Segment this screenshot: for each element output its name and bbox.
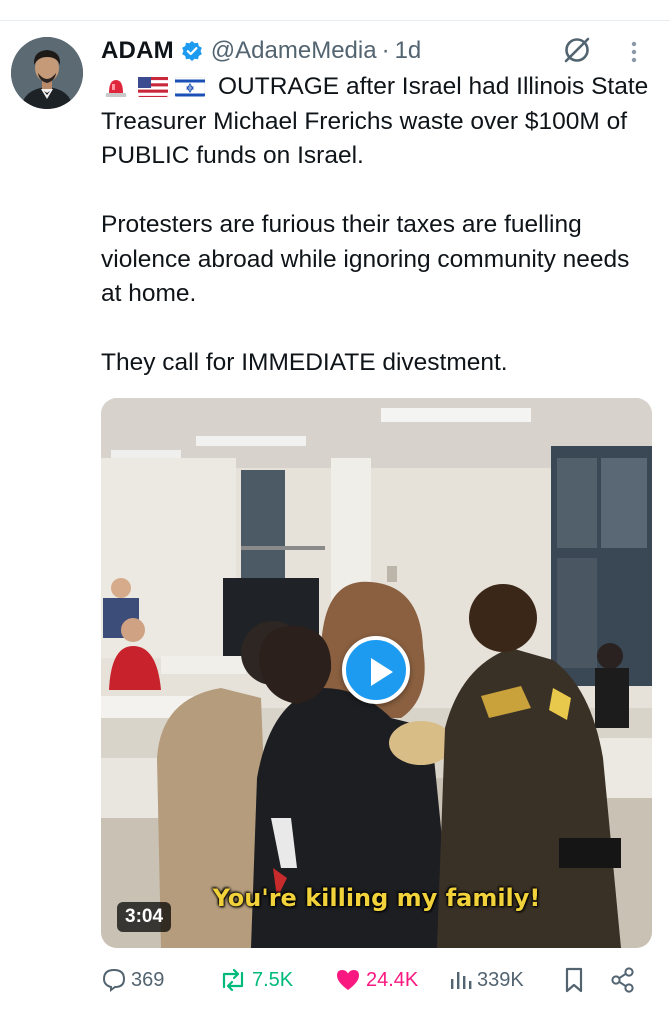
views-count: 339K	[477, 968, 524, 991]
repost-icon	[222, 968, 244, 992]
siren-emoji-icon	[101, 75, 131, 97]
reply-icon	[102, 968, 126, 992]
tweet-paragraph-2: Protesters are furious their taxes are f…	[101, 211, 630, 307]
israel-flag-icon	[175, 75, 205, 97]
video-caption: You're killing my family!	[212, 884, 541, 912]
more-options-icon[interactable]	[629, 40, 639, 64]
verified-badge-icon	[181, 40, 203, 62]
tweet-paragraph-3: They call for IMMEDIATE divestment.	[101, 349, 508, 376]
emoji-row	[101, 75, 212, 97]
grok-icon[interactable]	[562, 35, 592, 65]
like-count: 24.4K	[366, 968, 419, 991]
action-bar: 369 7.5K 24.4K 339K	[101, 964, 649, 996]
reply-count: 369	[131, 968, 165, 991]
heart-filled-icon	[337, 970, 359, 990]
reply-button[interactable]: 369	[101, 964, 164, 996]
tweet-timestamp[interactable]: 1d	[395, 37, 422, 65]
share-button[interactable]	[609, 964, 641, 996]
tweet-body: OUTRAGE after Israel had Illinois State …	[101, 70, 649, 381]
repost-button[interactable]: 7.5K	[218, 964, 293, 996]
video-player[interactable]: You're killing my family! 3:04	[101, 398, 652, 948]
video-duration-badge: 3:04	[117, 902, 172, 932]
author-avatar[interactable]	[11, 37, 83, 109]
bookmark-button[interactable]	[561, 964, 591, 996]
play-button-icon[interactable]	[342, 636, 410, 704]
bookmark-icon	[565, 967, 583, 993]
views-chart-icon	[451, 972, 472, 989]
views-button[interactable]: 339K	[447, 964, 524, 996]
us-flag-icon	[138, 75, 168, 97]
avatar-portrait	[11, 37, 83, 109]
author-name[interactable]: ADAM	[101, 37, 174, 65]
like-button[interactable]: 24.4K	[334, 964, 418, 996]
share-icon	[611, 967, 634, 993]
repost-count: 7.5K	[252, 968, 294, 991]
tweet-paragraph-1: OUTRAGE after Israel had Illinois State …	[101, 70, 649, 174]
author-handle[interactable]: @AdameMedia	[211, 37, 377, 65]
tweet-header: ADAM @AdameMedia · 1d	[101, 34, 421, 68]
top-divider	[0, 20, 670, 21]
header-separator: ·	[381, 37, 390, 64]
